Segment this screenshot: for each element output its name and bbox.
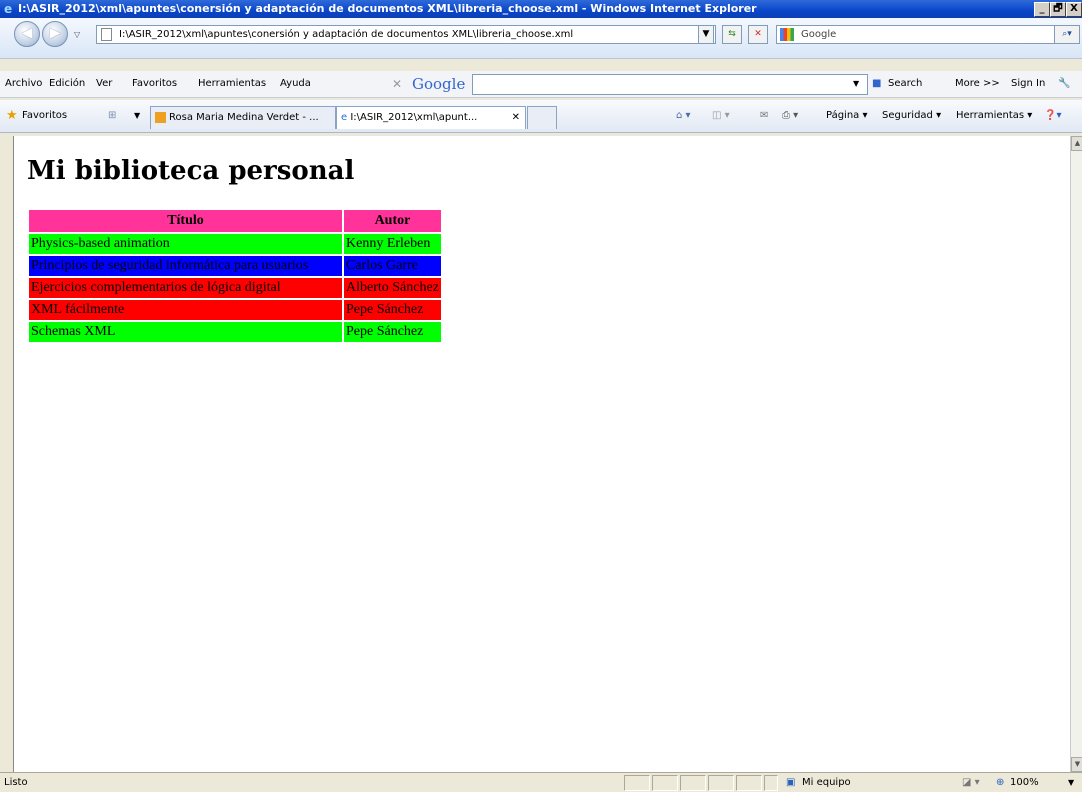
status-cell bbox=[736, 775, 762, 791]
address-dropdown-button[interactable]: ▼ bbox=[698, 25, 714, 44]
help-icon[interactable]: ❓▾ bbox=[1044, 100, 1061, 132]
table-row: Principios de seguridad informática para… bbox=[29, 256, 441, 276]
google-toolbar-dropdown[interactable]: ▼ bbox=[853, 71, 859, 97]
search-input[interactable]: Google bbox=[776, 25, 1064, 44]
home-icon[interactable]: ⌂ ▾ bbox=[676, 100, 691, 132]
security-zone: Mi equipo bbox=[802, 777, 851, 788]
table-row: Physics-based animation Kenny Erleben bbox=[29, 234, 441, 254]
table-row: XML fácilmente Pepe Sánchez bbox=[29, 300, 441, 320]
close-toolbar-icon[interactable]: ✕ bbox=[392, 71, 402, 97]
search-icon[interactable]: ⌕▾ bbox=[1054, 25, 1080, 44]
status-cell bbox=[624, 775, 650, 791]
google-signin-button[interactable]: Sign In bbox=[1011, 71, 1045, 97]
google-more-button[interactable]: More >> bbox=[955, 71, 1000, 97]
scroll-down-icon[interactable]: ▼ bbox=[1071, 757, 1082, 772]
menu-archivo[interactable]: Archivo bbox=[5, 71, 42, 97]
page-title: Mi biblioteca personal bbox=[27, 156, 355, 186]
menu-ayuda[interactable]: Ayuda bbox=[280, 71, 311, 97]
cell-autor: Carlos Garre bbox=[344, 256, 441, 276]
refresh-icon[interactable]: ⇆ bbox=[722, 25, 742, 44]
menu-herramientas-cmd[interactable]: Herramientas ▾ bbox=[956, 100, 1032, 132]
computer-icon: ▣ bbox=[786, 777, 796, 788]
column-header-autor: Autor bbox=[344, 210, 441, 232]
page-favicon-icon bbox=[155, 111, 166, 123]
status-cell bbox=[708, 775, 734, 791]
ie-logo-icon: e bbox=[4, 2, 13, 16]
address-field[interactable]: I:\ASIR_2012\xml\apuntes\conersión y ada… bbox=[96, 25, 716, 44]
google-logo-icon bbox=[780, 28, 794, 41]
title-bar: e I:\ASIR_2012\xml\apuntes\conersión y a… bbox=[0, 0, 1082, 18]
status-text: Listo bbox=[4, 777, 28, 788]
table-row: Ejercicios complementarios de lógica dig… bbox=[29, 278, 441, 298]
menu-edicion[interactable]: Edición bbox=[49, 71, 85, 97]
page-content: Mi biblioteca personal Título Autor Phys… bbox=[13, 136, 1071, 772]
page-icon bbox=[101, 28, 112, 41]
books-table: Título Autor Physics-based animation Kenn… bbox=[27, 208, 443, 344]
menu-favoritos[interactable]: Favoritos bbox=[132, 71, 177, 97]
cell-titulo: XML fácilmente bbox=[29, 300, 342, 320]
mail-icon[interactable]: ✉ bbox=[760, 100, 768, 132]
ie-tab-icon: e bbox=[341, 112, 348, 123]
table-row: Schemas XML Pepe Sánchez bbox=[29, 322, 441, 342]
cell-autor: Alberto Sánchez bbox=[344, 278, 441, 298]
recent-pages-icon[interactable]: ▽ bbox=[74, 30, 80, 39]
tab-libreria-choose[interactable]: e I:\ASIR_2012\xml\apunt... ✕ bbox=[336, 106, 526, 129]
column-header-titulo: Título bbox=[29, 210, 342, 232]
cell-autor: Pepe Sánchez bbox=[344, 322, 441, 342]
menu-seguridad[interactable]: Seguridad ▾ bbox=[882, 100, 941, 132]
tab-label: I:\ASIR_2012\xml\apunt... bbox=[350, 112, 478, 123]
cell-titulo: Physics-based animation bbox=[29, 234, 342, 254]
favorites-star-icon: ★ bbox=[6, 108, 18, 123]
scroll-up-icon[interactable]: ▲ bbox=[1071, 136, 1082, 151]
maximize-button[interactable]: 🗗 bbox=[1050, 2, 1066, 17]
tab-list-dropdown[interactable]: ▼ bbox=[134, 100, 140, 132]
menu-pagina[interactable]: Página ▾ bbox=[826, 100, 868, 132]
address-bar: ◀ ▶ ▽ I:\ASIR_2012\xml\apuntes\conersión… bbox=[0, 18, 1082, 59]
cell-autor: Pepe Sánchez bbox=[344, 300, 441, 320]
status-cell bbox=[652, 775, 678, 791]
cell-autor: Kenny Erleben bbox=[344, 234, 441, 254]
address-url: I:\ASIR_2012\xml\apuntes\conersión y ada… bbox=[119, 29, 574, 40]
window-title: I:\ASIR_2012\xml\apuntes\conersión y ada… bbox=[18, 2, 757, 15]
print-icon[interactable]: ⎙ ▾ bbox=[782, 100, 798, 132]
menu-ver[interactable]: Ver bbox=[96, 71, 112, 97]
favorites-button[interactable]: Favoritos bbox=[22, 100, 67, 132]
back-button[interactable]: ◀ bbox=[14, 21, 40, 47]
zoom-level[interactable]: 100% bbox=[1010, 773, 1039, 792]
minimize-button[interactable]: _ bbox=[1034, 2, 1050, 17]
favorites-bar: ★ Favoritos ⊞ ▼ Rosa Maria Medina Verdet… bbox=[0, 100, 1082, 133]
status-cell bbox=[764, 775, 778, 791]
menu-herramientas[interactable]: Herramientas bbox=[198, 71, 266, 97]
cell-titulo: Ejercicios complementarios de lógica dig… bbox=[29, 278, 342, 298]
tab-label: Rosa Maria Medina Verdet - ... bbox=[169, 112, 319, 123]
forward-button[interactable]: ▶ bbox=[42, 21, 68, 47]
status-cell bbox=[680, 775, 706, 791]
zoom-dropdown[interactable]: ▼ bbox=[1068, 773, 1074, 792]
feeds-icon[interactable]: ◫ ▾ bbox=[712, 100, 730, 132]
stop-icon[interactable]: ✕ bbox=[748, 25, 768, 44]
close-button[interactable]: X bbox=[1066, 2, 1082, 17]
google-search-button[interactable]: Search bbox=[888, 71, 922, 97]
search-placeholder: Google bbox=[801, 29, 837, 40]
close-tab-icon[interactable]: ✕ bbox=[512, 107, 520, 129]
vertical-scrollbar[interactable]: ▲ ▼ bbox=[1070, 136, 1082, 772]
cell-titulo: Principios de seguridad informática para… bbox=[29, 256, 342, 276]
protected-mode-icon[interactable]: ◪ ▾ bbox=[962, 773, 980, 792]
new-tab-button[interactable] bbox=[527, 106, 557, 129]
cell-titulo: Schemas XML bbox=[29, 322, 342, 342]
quick-tabs-icon[interactable]: ⊞ bbox=[108, 100, 116, 132]
tab-rosa-maria[interactable]: Rosa Maria Medina Verdet - ... bbox=[150, 106, 336, 129]
google-search-icon: ■ bbox=[872, 78, 882, 89]
menu-bar: Archivo Edición Ver Favoritos Herramient… bbox=[0, 71, 1082, 98]
zoom-icon[interactable]: ⊕ bbox=[996, 773, 1004, 792]
wrench-icon[interactable]: 🔧 bbox=[1058, 71, 1070, 97]
google-toolbar-search-input[interactable] bbox=[472, 74, 868, 95]
google-toolbar-brand: Google bbox=[412, 75, 466, 93]
status-bar: Listo ▣ Mi equipo ◪ ▾ ⊕ 100% ▼ bbox=[0, 772, 1082, 792]
